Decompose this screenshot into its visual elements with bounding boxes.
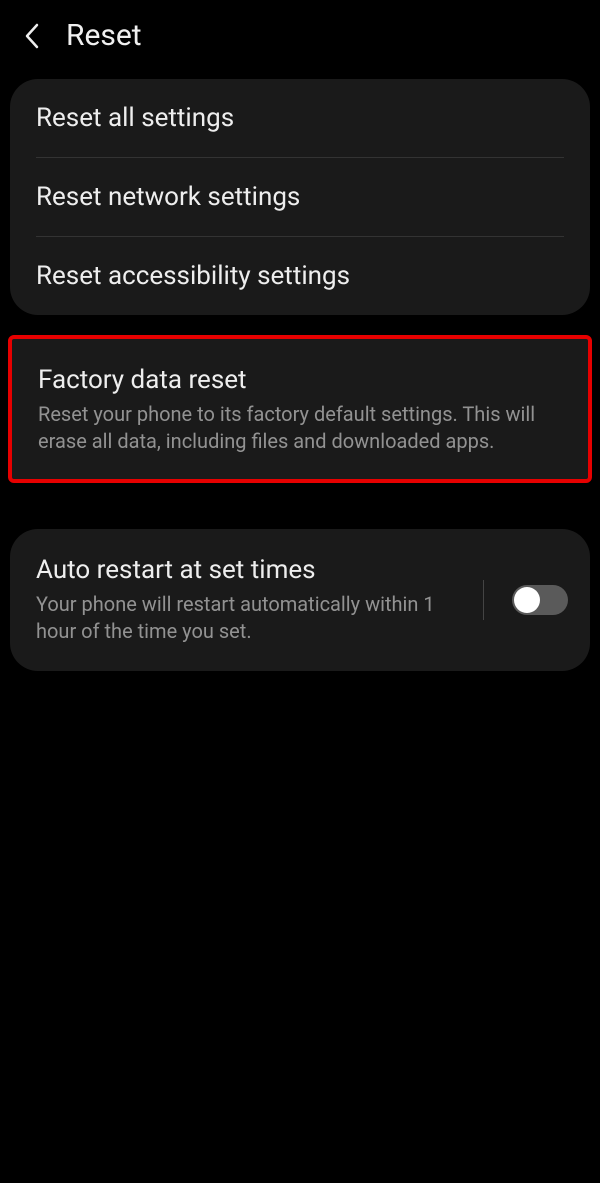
reset-accessibility-settings[interactable]: Reset accessibility settings — [10, 237, 590, 315]
vertical-divider — [483, 580, 484, 620]
auto-restart-card: Auto restart at set times Your phone wil… — [10, 529, 590, 671]
factory-data-reset[interactable]: Factory data reset Reset your phone to i… — [12, 339, 588, 479]
auto-restart-text: Auto restart at set times Your phone wil… — [36, 555, 469, 645]
reset-network-settings[interactable]: Reset network settings — [10, 158, 590, 236]
header: Reset — [0, 0, 600, 71]
reset-accessibility-settings-label: Reset accessibility settings — [36, 261, 564, 291]
reset-network-settings-label: Reset network settings — [36, 182, 564, 212]
reset-all-settings-label: Reset all settings — [36, 103, 564, 133]
page-title: Reset — [66, 18, 142, 53]
factory-data-reset-card: Factory data reset Reset your phone to i… — [8, 335, 592, 483]
factory-data-reset-description: Reset your phone to its factory default … — [38, 401, 562, 455]
back-icon[interactable] — [20, 24, 44, 48]
factory-data-reset-title: Factory data reset — [38, 365, 562, 395]
spacer — [0, 491, 600, 521]
toggle-knob — [514, 587, 540, 613]
reset-all-settings[interactable]: Reset all settings — [10, 79, 590, 157]
auto-restart-title: Auto restart at set times — [36, 555, 469, 585]
auto-restart-row[interactable]: Auto restart at set times Your phone wil… — [10, 529, 590, 671]
reset-options-card: Reset all settings Reset network setting… — [10, 79, 590, 315]
auto-restart-description: Your phone will restart automatically wi… — [36, 591, 469, 645]
auto-restart-toggle[interactable] — [512, 585, 568, 615]
